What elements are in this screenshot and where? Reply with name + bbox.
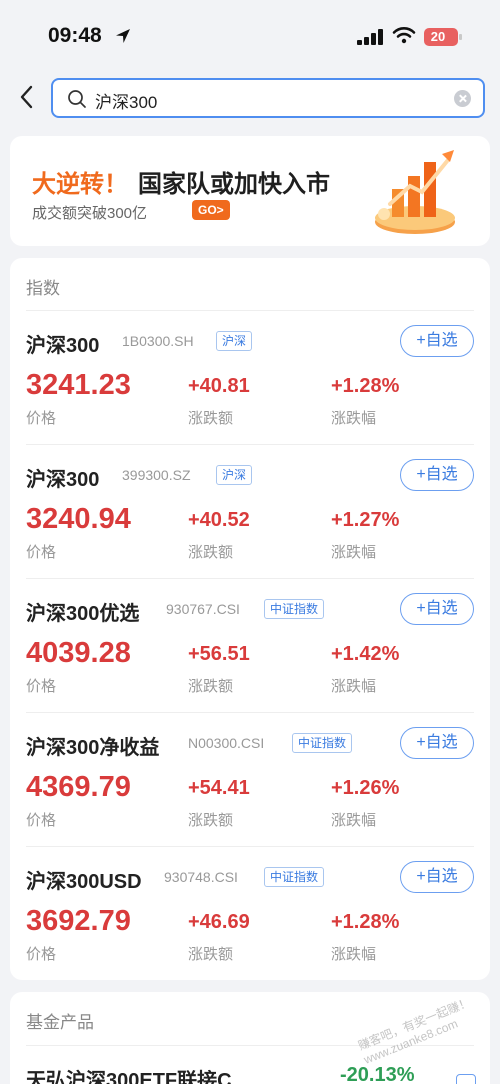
search-icon: [68, 90, 86, 108]
index-name: 沪深300优选: [26, 603, 140, 625]
cellular-signal-icon: [357, 29, 385, 45]
price-label: 价格: [26, 678, 57, 695]
pct-label: 涨跌幅: [331, 812, 377, 829]
price-value: 3241.23: [26, 369, 131, 401]
exchange-tag: 中证指数: [264, 867, 325, 887]
change-value: +46.69: [188, 911, 250, 933]
pct-label: 涨跌幅: [331, 410, 377, 427]
pct-value: +1.42%: [331, 643, 400, 665]
index-code: 399300.SZ: [122, 467, 191, 483]
status-time: 09:48: [48, 24, 102, 47]
banner-subtitle: 成交额突破300亿: [32, 205, 148, 222]
change-value: +56.51: [188, 643, 250, 665]
add-watchlist-button[interactable]: +自选: [400, 727, 474, 759]
banner-highlight: 大逆转！: [32, 171, 128, 198]
index-code: N00300.CSI: [188, 735, 265, 751]
price-label: 价格: [26, 812, 57, 829]
index-row[interactable]: 沪深300 399300.SZ 沪深 +自选 3240.94 +40.52 +1…: [10, 445, 490, 579]
change-label: 涨跌额: [188, 678, 234, 695]
location-arrow-icon: [116, 29, 130, 43]
change-value: +40.81: [188, 375, 250, 397]
change-value: +40.52: [188, 509, 250, 531]
index-name: 沪深300: [26, 335, 100, 357]
add-watchlist-button[interactable]: +自选: [400, 861, 474, 893]
price-value: 3692.79: [26, 905, 131, 937]
add-watchlist-button[interactable]: +自选: [400, 325, 474, 357]
pct-value: +1.27%: [331, 509, 400, 531]
change-label: 涨跌额: [188, 544, 234, 561]
change-label: 涨跌额: [188, 812, 234, 829]
price-value: 4039.28: [26, 637, 131, 669]
fund-add-button[interactable]: [456, 1074, 476, 1084]
rising-chart-icon: [375, 150, 455, 234]
banner-headline: 大逆转！ 国家队或加快入市: [32, 164, 330, 199]
exchange-tag: 中证指数: [264, 599, 325, 619]
section-title-index: 指数: [26, 279, 60, 298]
pct-label: 涨跌幅: [331, 544, 377, 561]
wifi-icon: [392, 27, 416, 44]
pct-label: 涨跌幅: [331, 946, 377, 963]
pct-value: +1.28%: [331, 911, 400, 933]
go-button[interactable]: GO>: [192, 200, 230, 220]
banner-title: 国家队或加快入市: [138, 171, 330, 198]
index-row[interactable]: 沪深300优选 930767.CSI 中证指数 +自选 4039.28 +56.…: [10, 579, 490, 713]
index-name: 沪深300: [26, 469, 100, 491]
index-code: 1B0300.SH: [122, 333, 194, 349]
price-label: 价格: [26, 544, 57, 561]
index-row[interactable]: 沪深300净收益 N00300.CSI 中证指数 +自选 4369.79 +54…: [10, 713, 490, 847]
fund-pct-value: -20.13%: [340, 1064, 415, 1084]
status-bar: 09:48 20: [0, 0, 500, 70]
price-label: 价格: [26, 946, 57, 963]
pct-value: +1.28%: [331, 375, 400, 397]
index-section: 指数 沪深300 1B0300.SH 沪深 +自选 3241.23 +40.81…: [10, 258, 490, 980]
back-button[interactable]: [14, 82, 40, 112]
search-query: 沪深300: [95, 93, 158, 112]
index-name: 沪深300USD: [26, 871, 142, 893]
change-label: 涨跌额: [188, 946, 234, 963]
index-row[interactable]: 沪深300 1B0300.SH 沪深 +自选 3241.23 +40.81 +1…: [10, 311, 490, 445]
fund-name: 天弘沪深300ETF联接C: [26, 1070, 232, 1084]
change-value: +54.41: [188, 777, 250, 799]
search-input[interactable]: 沪深300: [51, 78, 485, 118]
price-value: 4369.79: [26, 771, 131, 803]
price-label: 价格: [26, 410, 57, 427]
exchange-tag: 中证指数: [292, 733, 353, 753]
index-code: 930748.CSI: [164, 869, 238, 885]
pct-label: 涨跌幅: [331, 678, 377, 695]
clear-icon[interactable]: [454, 90, 471, 107]
section-title-fund: 基金产品: [26, 1013, 94, 1032]
exchange-tag: 沪深: [216, 465, 253, 485]
battery-icon: 20: [424, 28, 462, 46]
index-name: 沪深300净收益: [26, 737, 160, 759]
add-watchlist-button[interactable]: +自选: [400, 459, 474, 491]
change-label: 涨跌额: [188, 410, 234, 427]
promo-banner[interactable]: 大逆转！ 国家队或加快入市 成交额突破300亿 GO>: [10, 136, 490, 246]
search-header: 沪深300: [0, 70, 500, 130]
pct-value: +1.26%: [331, 777, 400, 799]
exchange-tag: 沪深: [216, 331, 253, 351]
index-code: 930767.CSI: [166, 601, 240, 617]
price-value: 3240.94: [26, 503, 131, 535]
add-watchlist-button[interactable]: +自选: [400, 593, 474, 625]
index-row[interactable]: 沪深300USD 930748.CSI 中证指数 +自选 3692.79 +46…: [10, 847, 490, 981]
battery-level: 20: [430, 29, 446, 44]
